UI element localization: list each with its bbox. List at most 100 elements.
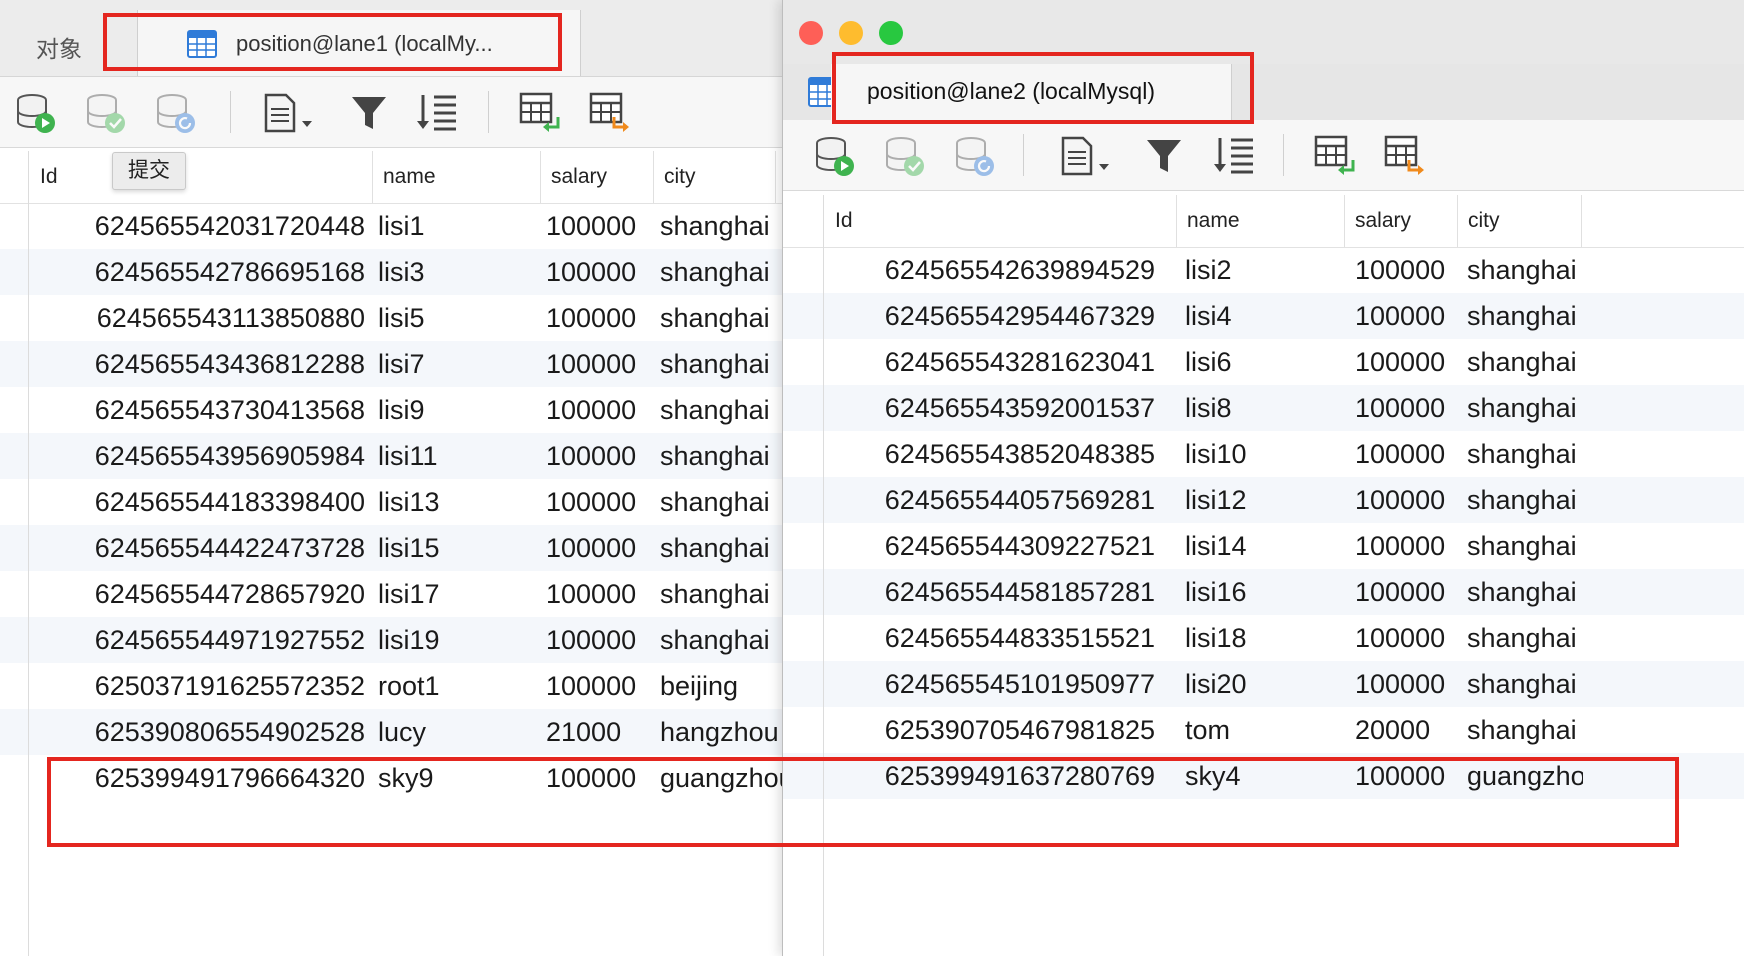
table-row[interactable]: 625390705467981825 tom 20000 shanghai	[783, 707, 1744, 753]
cell-id[interactable]: 624565544057569281	[825, 477, 1155, 523]
table-row[interactable]: 625399491637280769 sky4 100000 guangzhou	[783, 753, 1744, 799]
cell-id[interactable]: 625390705467981825	[825, 707, 1155, 753]
cell-name[interactable]: lisi8	[1185, 385, 1335, 431]
cell-salary[interactable]: 100000	[546, 479, 650, 525]
cell-city[interactable]: shanghai	[1467, 615, 1583, 661]
filter-icon[interactable]	[348, 91, 392, 135]
tab-position-lane1[interactable]: position@lane1 (localMy...	[137, 10, 581, 76]
table-row[interactable]: 624565544728657920 lisi17 100000 shanghai	[0, 571, 782, 617]
table-row[interactable]: 624565543113850880 lisi5 100000 shanghai	[0, 295, 782, 341]
close-window-button[interactable]	[799, 21, 823, 45]
cell-salary[interactable]: 100000	[1355, 615, 1455, 661]
cell-salary[interactable]: 100000	[546, 755, 650, 801]
cell-name[interactable]: lisi13	[378, 479, 538, 525]
table-row[interactable]: 625399491796664320 sky9 100000 guangzhou	[0, 755, 782, 801]
table-row[interactable]: 624565544183398400 lisi13 100000 shanghai	[0, 479, 782, 525]
cell-city[interactable]: hangzhou	[660, 709, 782, 755]
cell-id[interactable]: 624565543852048385	[825, 431, 1155, 477]
maximize-window-button[interactable]	[879, 21, 903, 45]
column-header-city[interactable]: city	[654, 151, 776, 203]
column-header-id[interactable]: Id	[825, 195, 1177, 247]
cell-salary[interactable]: 100000	[1355, 247, 1455, 293]
cell-salary[interactable]: 100000	[1355, 477, 1455, 523]
cell-city[interactable]: shanghai	[660, 295, 782, 341]
db-run-icon[interactable]	[813, 134, 857, 178]
cell-name[interactable]: lisi17	[378, 571, 538, 617]
cell-id[interactable]: 624565543436812288	[30, 341, 365, 387]
cell-city[interactable]: guangzhou	[660, 755, 782, 801]
cell-id[interactable]: 624565544309227521	[825, 523, 1155, 569]
table-row[interactable]: 624565545101950977 lisi20 100000 shanghai	[783, 661, 1744, 707]
cell-id[interactable]: 624565543956905984	[30, 433, 365, 479]
cell-salary[interactable]: 100000	[1355, 753, 1455, 799]
text-view-icon[interactable]	[1059, 134, 1119, 178]
cell-salary[interactable]: 100000	[546, 341, 650, 387]
table-row[interactable]: 624565543281623041 lisi6 100000 shanghai	[783, 339, 1744, 385]
sort-icon[interactable]	[1211, 134, 1255, 178]
cell-id[interactable]: 624565543281623041	[825, 339, 1155, 385]
cell-city[interactable]: shanghai	[1467, 431, 1583, 477]
text-view-icon[interactable]	[262, 91, 322, 135]
table-row[interactable]: 624565542639894529 lisi2 100000 shanghai	[783, 247, 1744, 293]
table-row[interactable]: 624565544422473728 lisi15 100000 shanghai	[0, 525, 782, 571]
cell-salary[interactable]: 100000	[546, 525, 650, 571]
table-row[interactable]: 624565543730413568 lisi9 100000 shanghai	[0, 387, 782, 433]
cell-salary[interactable]: 100000	[1355, 293, 1455, 339]
cell-name[interactable]: lisi10	[1185, 431, 1335, 477]
cell-city[interactable]: shanghai	[660, 571, 782, 617]
cell-id[interactable]: 625037191625572352	[30, 663, 365, 709]
cell-city[interactable]: shanghai	[660, 617, 782, 663]
filter-icon[interactable]	[1143, 134, 1187, 178]
cell-city[interactable]: shanghai	[1467, 707, 1583, 753]
table-row[interactable]: 624565542031720448 lisi1 100000 shanghai	[0, 203, 782, 249]
cell-name[interactable]: lisi1	[378, 203, 538, 249]
cell-id[interactable]: 624565542031720448	[30, 203, 365, 249]
cell-city[interactable]: guangzhou	[1467, 753, 1583, 799]
cell-name[interactable]: lisi14	[1185, 523, 1335, 569]
cell-city[interactable]: shanghai	[660, 341, 782, 387]
column-header-salary[interactable]: salary	[541, 151, 654, 203]
cell-city[interactable]: shanghai	[1467, 523, 1583, 569]
column-header-id[interactable]: Id	[30, 151, 373, 203]
cell-salary[interactable]: 100000	[1355, 569, 1455, 615]
cell-name[interactable]: lisi12	[1185, 477, 1335, 523]
column-header-name[interactable]: name	[1177, 195, 1345, 247]
cell-city[interactable]: shanghai	[660, 387, 782, 433]
cell-id[interactable]: 624565544183398400	[30, 479, 365, 525]
cell-name[interactable]: lisi3	[378, 249, 538, 295]
tab-objects[interactable]: 对象	[36, 30, 82, 64]
minimize-window-button[interactable]	[839, 21, 863, 45]
cell-name[interactable]: lisi15	[378, 525, 538, 571]
table-row[interactable]: 625037191625572352 root1 100000 beijing	[0, 663, 782, 709]
cell-city[interactable]: beijing	[660, 663, 782, 709]
cell-name[interactable]: root1	[378, 663, 538, 709]
cell-salary[interactable]: 100000	[1355, 431, 1455, 477]
cell-city[interactable]: shanghai	[1467, 293, 1583, 339]
cell-salary[interactable]: 20000	[1355, 707, 1455, 753]
cell-city[interactable]: shanghai	[1467, 477, 1583, 523]
cell-name[interactable]: lisi2	[1185, 247, 1335, 293]
table-row[interactable]: 624565544309227521 lisi14 100000 shanghai	[783, 523, 1744, 569]
table-row[interactable]: 624565544833515521 lisi18 100000 shanghai	[783, 615, 1744, 661]
db-rollback-icon[interactable]	[953, 134, 997, 178]
table-row[interactable]: 624565543592001537 lisi8 100000 shanghai	[783, 385, 1744, 431]
cell-city[interactable]: shanghai	[1467, 661, 1583, 707]
cell-city[interactable]: shanghai	[1467, 385, 1583, 431]
cell-id[interactable]: 624565542954467329	[825, 293, 1155, 339]
cell-id[interactable]: 624565543730413568	[30, 387, 365, 433]
cell-id[interactable]: 624565543592001537	[825, 385, 1155, 431]
db-commit-icon[interactable]	[84, 91, 128, 135]
db-commit-icon[interactable]	[883, 134, 927, 178]
cell-id[interactable]: 625390806554902528	[30, 709, 365, 755]
cell-city[interactable]: shanghai	[1467, 339, 1583, 385]
cell-salary[interactable]: 100000	[1355, 339, 1455, 385]
table-row[interactable]: 624565544057569281 lisi12 100000 shanghai	[783, 477, 1744, 523]
column-header-name[interactable]: name	[373, 151, 541, 203]
cell-salary[interactable]: 100000	[546, 249, 650, 295]
cell-name[interactable]: lisi20	[1185, 661, 1335, 707]
cell-city[interactable]: shanghai	[1467, 569, 1583, 615]
cell-id[interactable]: 624565545101950977	[825, 661, 1155, 707]
cell-id[interactable]: 625399491637280769	[825, 753, 1155, 799]
table-row[interactable]: 624565542786695168 lisi3 100000 shanghai	[0, 249, 782, 295]
cell-id[interactable]: 624565544581857281	[825, 569, 1155, 615]
